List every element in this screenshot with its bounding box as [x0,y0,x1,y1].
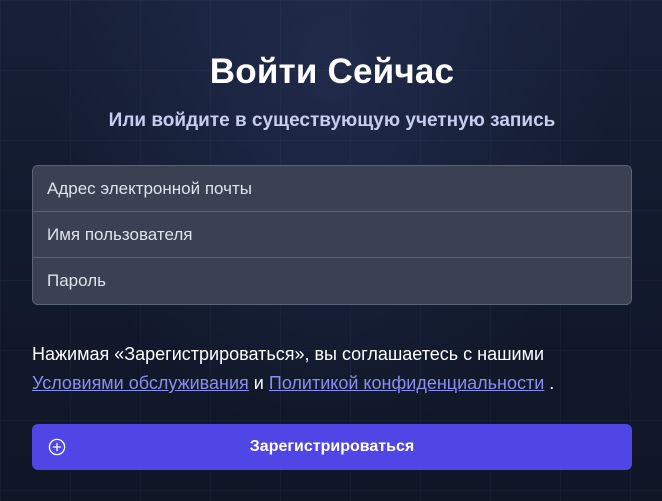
privacy-policy-link[interactable]: Политикой конфиденциальности [269,373,544,393]
input-group [32,165,632,305]
username-field[interactable] [33,212,631,258]
terms-conjunction: и [253,373,264,393]
register-button[interactable]: Зарегистрироваться [32,424,632,470]
plus-circle-icon [48,438,66,456]
email-field[interactable] [33,166,631,212]
page-title: Войти Сейчас [209,52,455,91]
register-button-label: Зарегистрироваться [249,438,415,455]
page-subtitle: Или войдите в существующую учетную запис… [108,110,556,131]
terms-prefix: Нажимая «Зарегистрироваться», вы соглаша… [32,344,545,364]
password-field[interactable] [33,258,631,304]
terms-of-service-link[interactable]: Условиями обслуживания [32,373,249,393]
terms-text: Нажимая «Зарегистрироваться», вы соглаша… [32,340,632,398]
terms-suffix: . [549,373,555,393]
